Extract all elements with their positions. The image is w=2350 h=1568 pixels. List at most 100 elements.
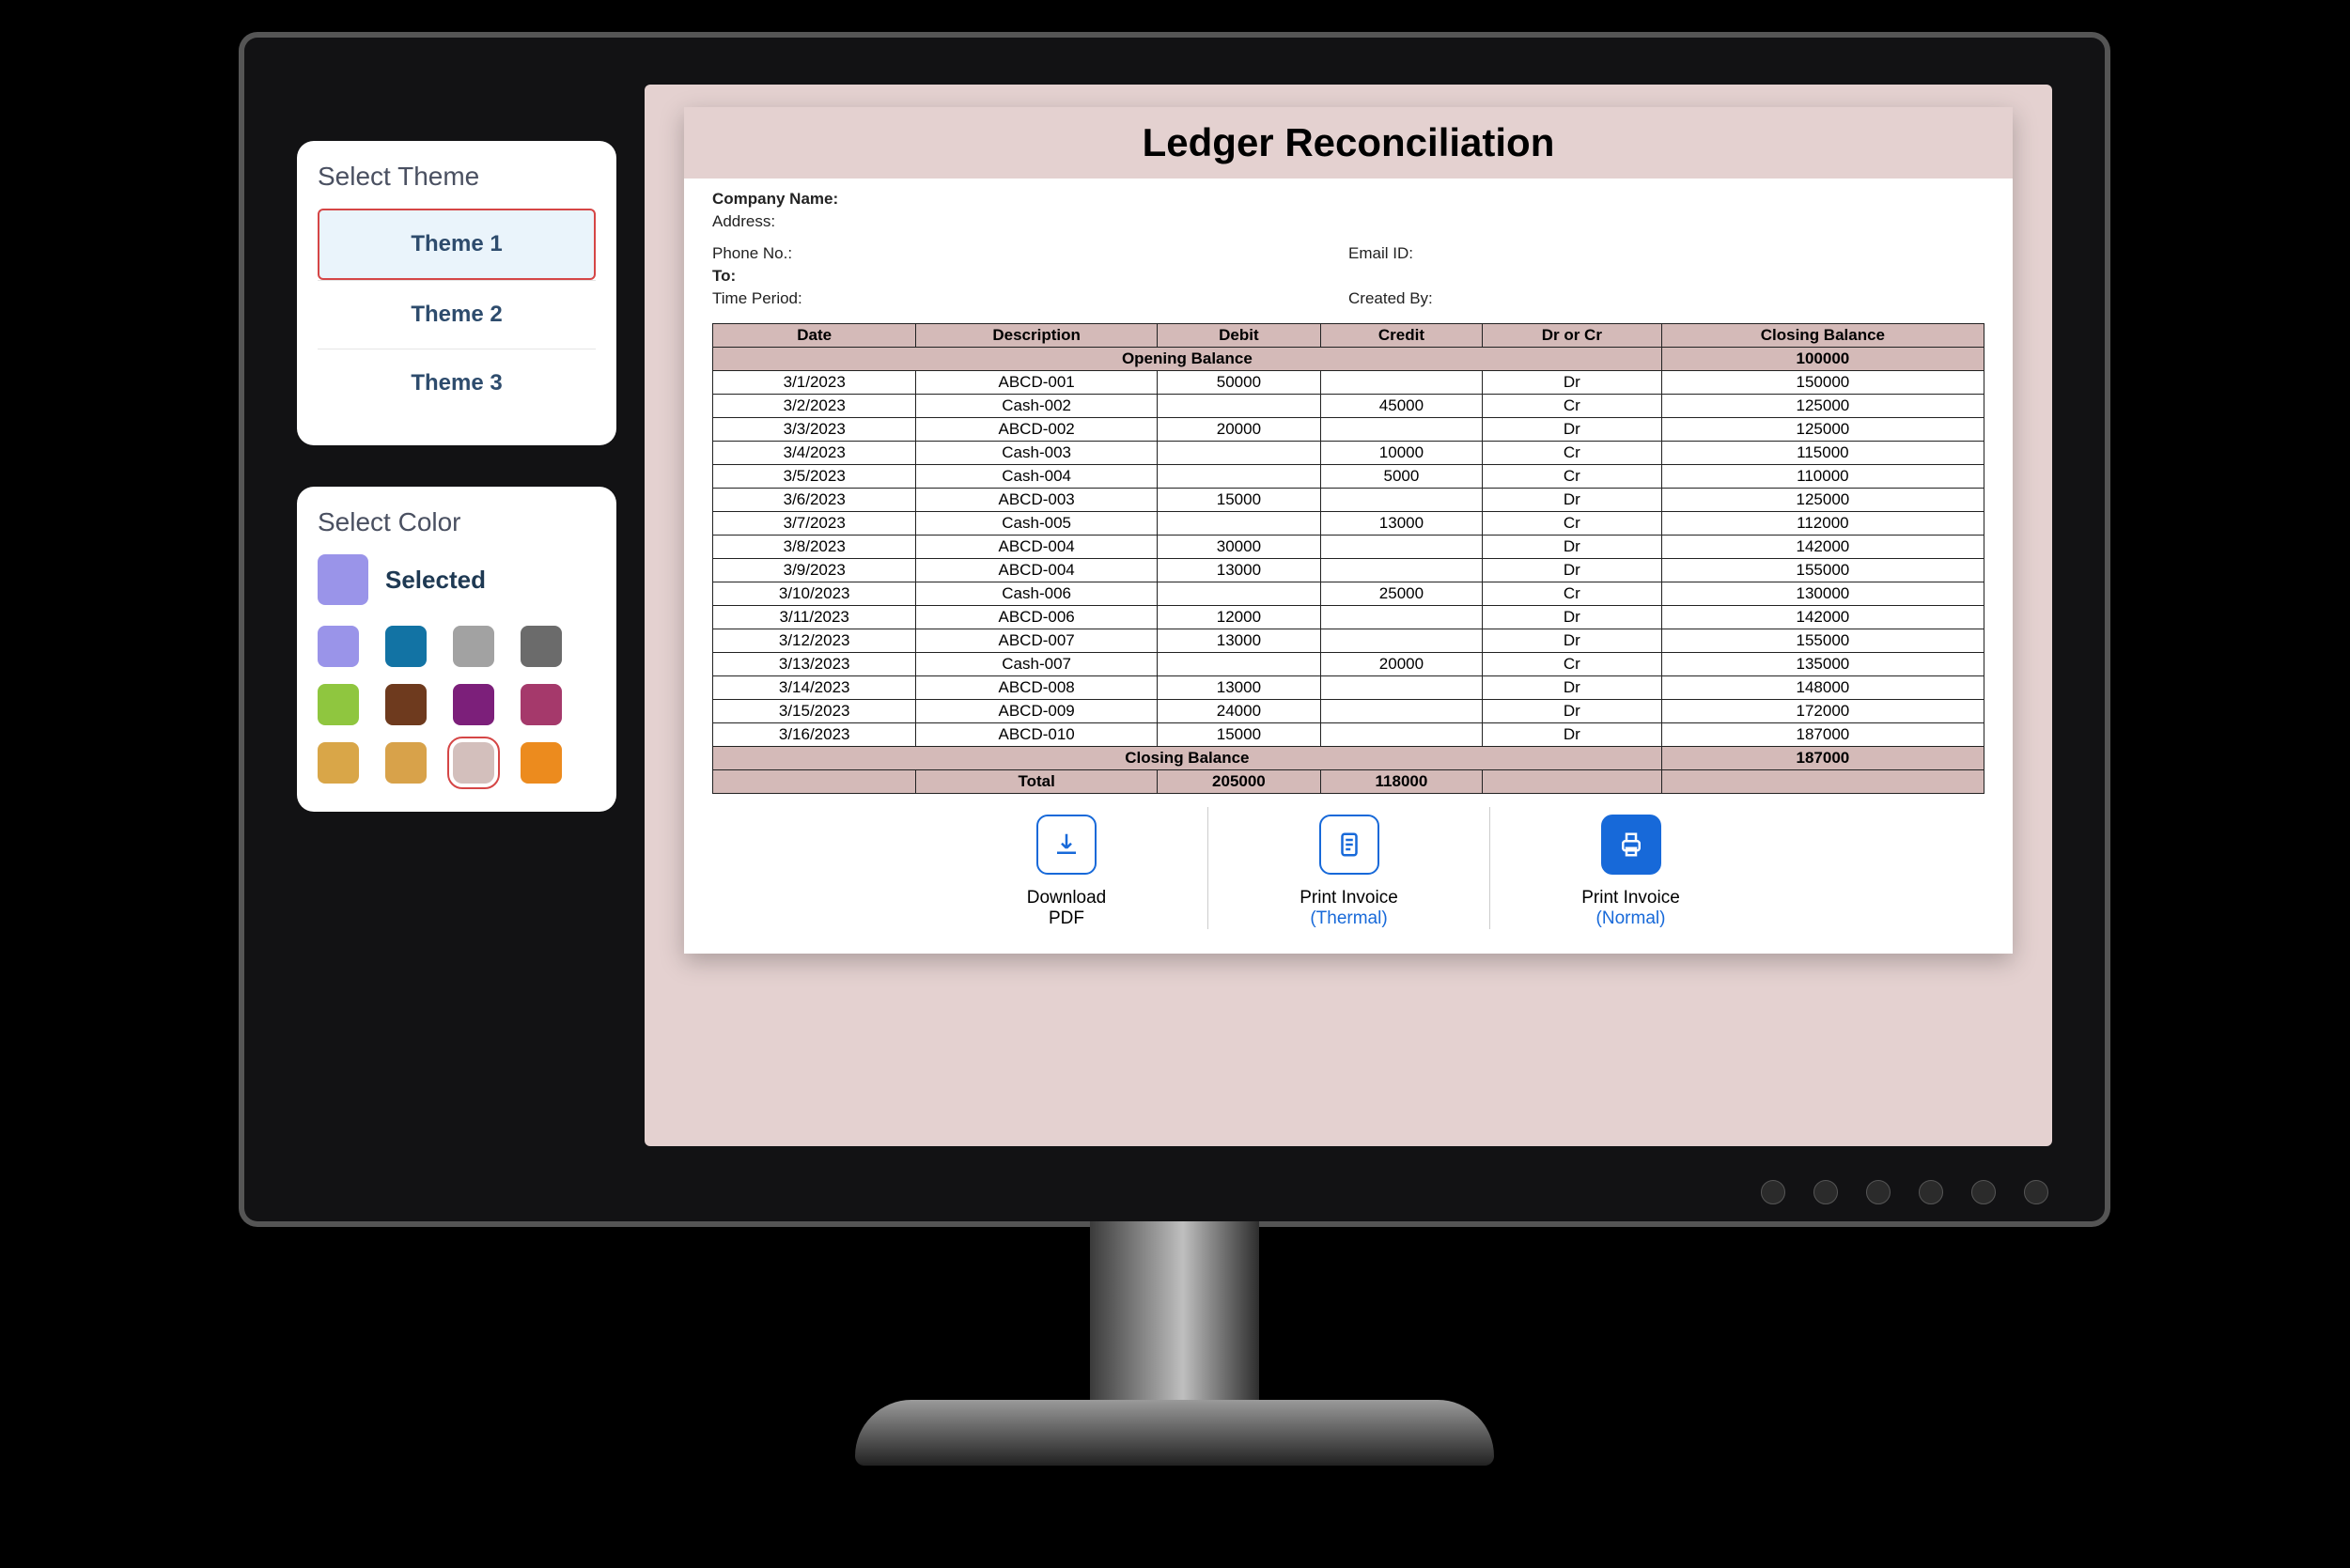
table-cell [713, 770, 916, 794]
color-swatch[interactable] [453, 684, 494, 725]
print-thermal-button[interactable]: Print Invoice (Thermal) [1207, 807, 1489, 929]
table-cell: Cash-006 [916, 582, 1157, 606]
color-swatch[interactable] [521, 742, 562, 784]
color-swatch[interactable] [521, 684, 562, 725]
band-value: 100000 [1661, 348, 1984, 371]
table-cell: 13000 [1320, 512, 1482, 536]
table-cell: 10000 [1320, 442, 1482, 465]
table-cell: Dr [1482, 629, 1661, 653]
monitor-frame: Select Theme Theme 1Theme 2Theme 3 Selec… [244, 38, 2105, 1221]
table-cell: 15000 [1157, 489, 1320, 512]
table-cell: Cash-002 [916, 395, 1157, 418]
table-cell: 3/15/2023 [713, 700, 916, 723]
table-row: 3/10/2023Cash-00625000Cr130000 [713, 582, 1984, 606]
table-cell: 3/5/2023 [713, 465, 916, 489]
table-cell: Cash-004 [916, 465, 1157, 489]
table-cell: 187000 [1661, 723, 1984, 747]
table-cell: 20000 [1157, 418, 1320, 442]
color-swatch[interactable] [318, 684, 359, 725]
table-cell: 3/1/2023 [713, 371, 916, 395]
selected-color-swatch [318, 554, 368, 605]
phone-label: Phone No.: [712, 244, 1348, 263]
table-cell: Dr [1482, 676, 1661, 700]
download-pdf-button[interactable]: Download PDF [926, 807, 1207, 929]
actions-bar: Download PDF Print Invoice (Thermal) [684, 807, 2013, 929]
table-row: 3/4/2023Cash-00310000Cr115000 [713, 442, 1984, 465]
table-cell: ABCD-009 [916, 700, 1157, 723]
table-cell [1661, 770, 1984, 794]
table-cell: 3/4/2023 [713, 442, 916, 465]
color-swatch[interactable] [521, 626, 562, 667]
table-cell: 3/16/2023 [713, 723, 916, 747]
table-cell [1320, 629, 1482, 653]
table-cell: Cash-005 [916, 512, 1157, 536]
phone-email-row: Phone No.: Email ID: [684, 242, 2013, 265]
theme-option-1[interactable]: Theme 1 [318, 209, 596, 280]
document-title: Ledger Reconciliation [684, 107, 2013, 179]
table-cell: Dr [1482, 700, 1661, 723]
table-cell: 115000 [1661, 442, 1984, 465]
table-cell: ABCD-007 [916, 629, 1157, 653]
table-band-row: Closing Balance187000 [713, 747, 1984, 770]
table-cell: 30000 [1157, 536, 1320, 559]
table-row: 3/15/2023ABCD-00924000Dr172000 [713, 700, 1984, 723]
table-cell: 3/2/2023 [713, 395, 916, 418]
screen: Select Theme Theme 1Theme 2Theme 3 Selec… [297, 85, 2052, 1146]
table-header-row: DateDescriptionDebitCreditDr or CrClosin… [713, 324, 1984, 348]
table-cell: 155000 [1661, 629, 1984, 653]
table-cell: ABCD-003 [916, 489, 1157, 512]
monitor-button [1813, 1180, 1838, 1204]
color-heading: Select Color [318, 507, 596, 537]
monitor-base [855, 1400, 1494, 1466]
color-swatch[interactable] [385, 684, 427, 725]
table-cell: 3/11/2023 [713, 606, 916, 629]
table-cell: 150000 [1661, 371, 1984, 395]
table-row: 3/7/2023Cash-00513000Cr112000 [713, 512, 1984, 536]
color-swatch[interactable] [385, 626, 427, 667]
table-cell: 3/8/2023 [713, 536, 916, 559]
monitor-button [1971, 1180, 1996, 1204]
table-cell: 24000 [1157, 700, 1320, 723]
table-cell [1320, 559, 1482, 582]
selected-color-label: Selected [385, 566, 486, 595]
theme-option-2[interactable]: Theme 2 [318, 280, 596, 349]
table-cell [1157, 465, 1320, 489]
table-cell [1320, 606, 1482, 629]
table-cell: Cr [1482, 653, 1661, 676]
table-row: 3/8/2023ABCD-00430000Dr142000 [713, 536, 1984, 559]
table-cell: 118000 [1320, 770, 1482, 794]
color-swatch[interactable] [385, 742, 427, 784]
print-normal-button[interactable]: Print Invoice (Normal) [1489, 807, 1771, 929]
table-cell [1482, 770, 1661, 794]
table-cell: 125000 [1661, 395, 1984, 418]
table-cell: ABCD-010 [916, 723, 1157, 747]
table-cell: 135000 [1661, 653, 1984, 676]
theme-list: Theme 1Theme 2Theme 3 [318, 209, 596, 417]
color-swatch[interactable] [453, 626, 494, 667]
theme-option-3[interactable]: Theme 3 [318, 349, 596, 417]
document-preview-area: Ledger Reconciliation Company Name: Addr… [645, 85, 2052, 1146]
table-cell: Cr [1482, 442, 1661, 465]
table-cell: 25000 [1320, 582, 1482, 606]
printer-icon [1601, 815, 1661, 875]
table-cell [1320, 700, 1482, 723]
table-row: 3/6/2023ABCD-00315000Dr125000 [713, 489, 1984, 512]
table-cell: Dr [1482, 606, 1661, 629]
table-row: 3/9/2023ABCD-00413000Dr155000 [713, 559, 1984, 582]
table-cell [1320, 676, 1482, 700]
color-swatch[interactable] [318, 626, 359, 667]
table-cell: ABCD-002 [916, 418, 1157, 442]
normal-label-2: (Normal) [1596, 908, 1666, 929]
email-label: Email ID: [1348, 244, 1984, 263]
table-cell: 45000 [1320, 395, 1482, 418]
color-swatch[interactable] [318, 742, 359, 784]
color-swatch[interactable] [453, 742, 494, 784]
table-header-cell: Description [916, 324, 1157, 348]
table-row: 3/14/2023ABCD-00813000Dr148000 [713, 676, 1984, 700]
table-cell: 155000 [1661, 559, 1984, 582]
band-label: Closing Balance [713, 747, 1662, 770]
color-palette [318, 626, 596, 784]
table-row: 3/13/2023Cash-00720000Cr135000 [713, 653, 1984, 676]
monitor-power-button [2024, 1180, 2048, 1204]
table-cell: Cr [1482, 512, 1661, 536]
